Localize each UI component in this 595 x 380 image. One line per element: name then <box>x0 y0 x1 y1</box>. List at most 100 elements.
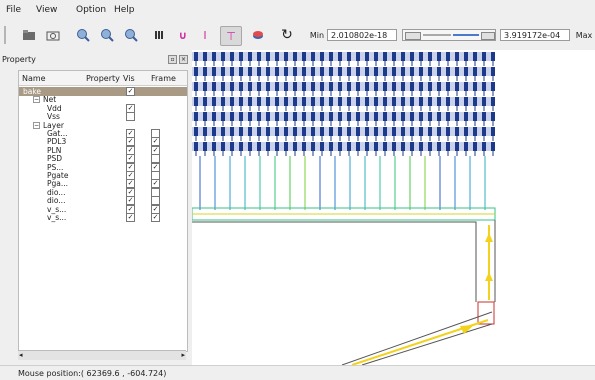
column-property[interactable]: Property <box>86 74 120 83</box>
menu-help[interactable]: Help <box>114 5 135 15</box>
range-slider[interactable] <box>402 29 496 41</box>
column-name[interactable]: Name <box>22 74 46 83</box>
refresh-button[interactable]: ↻ <box>278 26 296 44</box>
property-tree[interactable]: Name Property Vis Frame bake ✓ − Net Vdd ✓ Vss… <box>18 70 188 352</box>
cell-block <box>419 142 423 151</box>
cell-block <box>275 52 279 61</box>
tree-header: Name Property Vis Frame <box>19 71 187 86</box>
cell-block <box>338 127 342 136</box>
tree-mode-button[interactable]: ⊤ <box>220 26 242 46</box>
cell-block <box>311 142 315 151</box>
cell-block <box>284 52 288 61</box>
cell-block <box>239 52 243 61</box>
zoom-in-icon <box>77 29 90 42</box>
tree-row[interactable]: v_s... ✓ ✓ <box>19 213 187 222</box>
menu-option[interactable]: Option <box>76 5 106 15</box>
close-icon[interactable]: × <box>179 55 188 64</box>
scroll-left-icon[interactable]: ◂ <box>19 351 23 359</box>
cell-block <box>212 112 216 121</box>
slider-range <box>453 34 479 36</box>
menu-view[interactable]: View <box>36 5 57 15</box>
cell-block <box>221 142 225 151</box>
cell-block <box>320 112 324 121</box>
cell-block <box>455 97 459 106</box>
cell-block <box>419 82 423 91</box>
float-icon[interactable]: ▫ <box>168 55 177 64</box>
cell-block <box>248 127 252 136</box>
cell-block <box>293 127 297 136</box>
union-button[interactable]: ∪ <box>176 26 190 44</box>
cell-block <box>464 82 468 91</box>
cell-block <box>428 82 432 91</box>
cell-block <box>248 67 252 76</box>
cell-block <box>473 82 477 91</box>
cell-block <box>464 112 468 121</box>
cell-block <box>365 82 369 91</box>
zoom-out-icon <box>101 29 114 42</box>
camera-button[interactable] <box>44 26 62 44</box>
intersect-icon: I <box>203 28 207 42</box>
cell-block <box>428 52 432 61</box>
cell-block <box>383 112 387 121</box>
menu-file[interactable]: File <box>6 5 21 15</box>
cell-block <box>482 142 486 151</box>
cell-block <box>356 112 360 121</box>
cell-block <box>464 52 468 61</box>
min-value-field[interactable]: 2.010802e-18 <box>327 29 397 41</box>
cell-block <box>401 97 405 106</box>
layout-canvas[interactable] <box>191 50 595 366</box>
cell-block <box>284 142 288 151</box>
cell-block <box>401 82 405 91</box>
cell-block <box>230 82 234 91</box>
cell-block <box>212 67 216 76</box>
cell-block <box>392 142 396 151</box>
max-slider-handle[interactable] <box>481 32 495 40</box>
expand-icon[interactable]: − <box>33 96 40 104</box>
cell-block <box>365 67 369 76</box>
cell-block <box>491 67 495 76</box>
cell-block <box>446 97 450 106</box>
cell-block <box>410 82 414 91</box>
cell-block <box>230 127 234 136</box>
cell-block <box>383 142 387 151</box>
open-folder-button[interactable] <box>20 26 38 44</box>
cell-block <box>221 82 225 91</box>
cell-block <box>248 82 252 91</box>
cell-block <box>275 142 279 151</box>
cell-block <box>365 112 369 121</box>
cell-block <box>320 142 324 151</box>
cell-block <box>266 112 270 121</box>
cell-block <box>383 82 387 91</box>
column-vis[interactable]: Vis <box>123 74 135 83</box>
min-slider-handle[interactable] <box>405 32 421 40</box>
intersect-button[interactable]: I <box>198 26 212 44</box>
outline-path <box>341 311 493 366</box>
cell-block <box>311 67 315 76</box>
arrow-icon <box>460 325 474 334</box>
cell-block <box>338 97 342 106</box>
cell-block <box>482 82 486 91</box>
cell-block <box>482 112 486 121</box>
scroll-right-icon[interactable]: ▸ <box>181 351 185 359</box>
camera-icon <box>46 31 60 41</box>
expand-icon[interactable]: − <box>33 121 40 129</box>
cell-block <box>392 127 396 136</box>
horizontal-scrollbar[interactable]: ◂ ▸ <box>18 350 186 360</box>
cell-block <box>266 67 270 76</box>
cell-block <box>356 52 360 61</box>
zoom-in-button[interactable] <box>74 26 92 44</box>
cell-block <box>383 52 387 61</box>
vis-checkbox[interactable]: ✓ <box>126 213 135 222</box>
cell-block <box>239 142 243 151</box>
frame-checkbox[interactable]: ✓ <box>151 213 160 222</box>
cell-block <box>473 127 477 136</box>
zoom-out-button[interactable] <box>98 26 116 44</box>
grid-view-button[interactable] <box>152 26 166 44</box>
toolbar: ∪ I ⊤ ↻ Min 2.010802e-18 3.919172e-04 Ma… <box>0 20 595 51</box>
layers-button[interactable] <box>250 26 266 44</box>
zoom-fit-button[interactable] <box>122 26 140 44</box>
cell-block <box>230 52 234 61</box>
max-value-field[interactable]: 3.919172e-04 <box>500 29 570 41</box>
column-frame[interactable]: Frame <box>151 74 176 83</box>
min-label: Min <box>309 30 325 40</box>
